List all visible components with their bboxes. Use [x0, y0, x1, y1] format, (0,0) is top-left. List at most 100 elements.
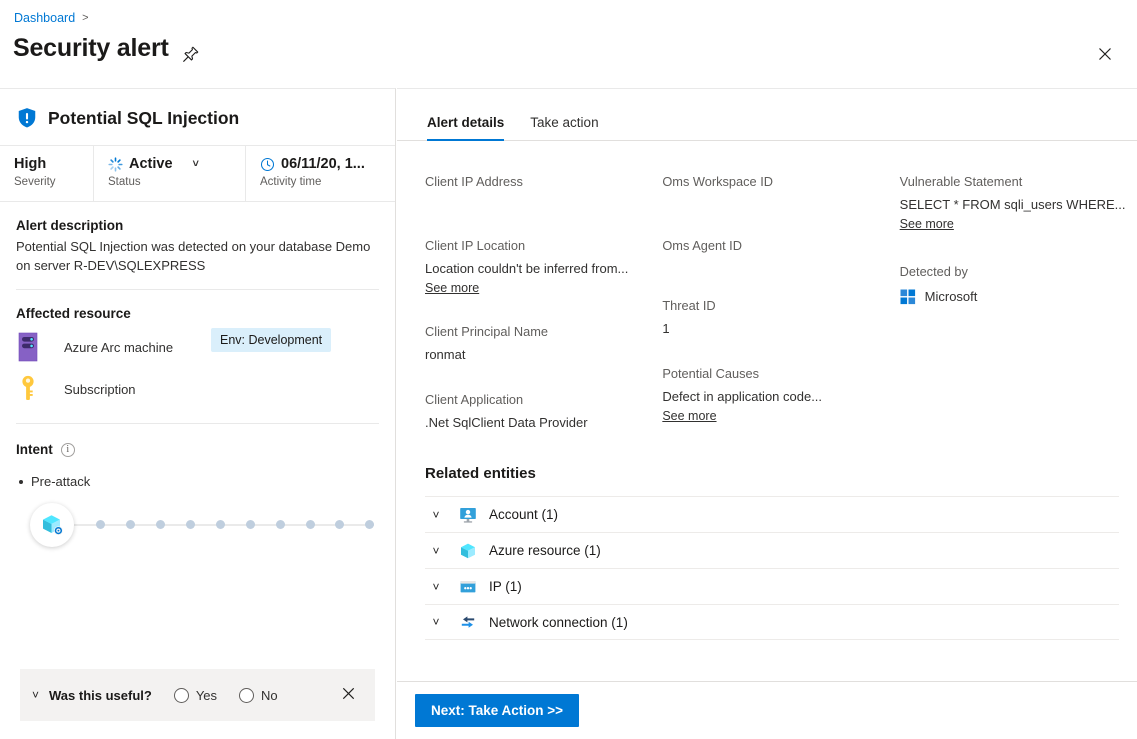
tab-take-action[interactable]: Take action: [530, 115, 598, 141]
alert-description-title: Alert description: [16, 218, 124, 233]
azure-resource-cube-icon: [43, 515, 63, 535]
timeline-dot[interactable]: [126, 520, 135, 529]
alert-description-text: Potential SQL Injection was detected on …: [16, 239, 371, 273]
status-chevron-down-icon[interactable]: ˅: [193, 155, 199, 173]
related-entities-title: Related entities: [425, 465, 536, 482]
detail-value: ronmat: [425, 347, 466, 362]
ip-window-icon: [460, 580, 476, 592]
feedback-option-yes[interactable]: Yes: [173, 687, 217, 703]
feedback-question: Was this useful?: [49, 687, 152, 703]
activity-time-value: 06/11/20, 1...: [281, 156, 365, 172]
related-entity-row-azure-resource[interactable]: ˅ Azure resource (1): [425, 532, 1119, 568]
detail-field: Oms Agent ID: [662, 237, 899, 255]
status-value: Active: [129, 156, 173, 172]
breadcrumb-separator: >: [82, 12, 89, 24]
detail-value: Microsoft: [924, 289, 978, 304]
close-icon: [342, 687, 355, 699]
account-monitor-icon: [460, 507, 476, 523]
timeline-dot[interactable]: [306, 520, 315, 529]
timeline-dot[interactable]: [276, 520, 285, 529]
close-icon: [1099, 48, 1111, 60]
timeline-dot[interactable]: [246, 520, 255, 529]
detail-field: Potential Causes Defect in application c…: [662, 365, 899, 425]
feedback-option-no[interactable]: No: [239, 687, 278, 703]
timeline-dot[interactable]: [216, 520, 225, 529]
intent-stage: Pre-attack: [19, 474, 379, 489]
security-alert-page: Dashboard > Security alert Potential SQL…: [0, 0, 1137, 739]
tab-alert-details[interactable]: Alert details: [427, 115, 505, 141]
key-icon: [16, 373, 50, 405]
alert-detail-grid: Client IP Address Client IP Location Loc…: [397, 141, 1137, 459]
info-icon[interactable]: i: [60, 442, 75, 457]
related-entity-label: Account (1): [489, 507, 559, 522]
related-entities-list: ˅ Account (1) ˅ Azure resource (1) ˅ IP …: [397, 496, 1137, 640]
radio-icon: [239, 687, 255, 703]
timeline-start-node[interactable]: [30, 503, 74, 547]
detail-key: Detected by: [899, 264, 968, 279]
intent-timeline: [16, 499, 379, 551]
feedback-close-button[interactable]: [334, 687, 363, 704]
detail-key: Client Principal Name: [425, 324, 549, 339]
related-entity-label: Azure resource (1): [489, 543, 601, 558]
chevron-down-icon: ˅: [432, 543, 440, 558]
timeline-dot[interactable]: [186, 520, 195, 529]
detail-value: .Net SqlClient Data Provider: [425, 415, 588, 430]
detail-key: Client IP Location: [425, 238, 526, 253]
spinner-icon: [108, 156, 123, 172]
clock-icon: [260, 157, 275, 171]
feedback-chevron-down-icon[interactable]: ˅: [32, 688, 39, 702]
detail-field: Oms Workspace ID: [662, 173, 899, 191]
severity-value: High: [14, 156, 47, 172]
detail-field: Client Application .Net SqlClient Data P…: [425, 391, 662, 433]
network-arrows-icon: [461, 616, 475, 628]
detail-key: Client Application: [425, 392, 524, 407]
detail-key: Client IP Address: [425, 174, 523, 189]
detail-field: Detected by Microsoft: [900, 263, 1137, 307]
affected-resource-label-subscription: Subscription: [64, 381, 136, 397]
activity-time-cell: 06/11/20, 1... Activity time: [245, 146, 395, 201]
detail-column-1: Client IP Address Client IP Location Loc…: [425, 173, 662, 459]
affected-resource-row-subscription[interactable]: Subscription: [16, 373, 379, 405]
timeline-dot[interactable]: [156, 520, 165, 529]
detail-field: Threat ID 1: [662, 297, 899, 339]
related-entity-row-network-connection[interactable]: ˅ Network connection (1): [425, 604, 1119, 640]
close-button[interactable]: [1091, 40, 1119, 68]
detail-field: Client Principal Name ronmat: [425, 323, 662, 365]
detail-value: Defect in application code...: [662, 389, 823, 404]
left-sections: Alert description Potential SQL Injectio…: [0, 218, 395, 551]
see-more-link[interactable]: See more: [900, 217, 954, 231]
detail-value: SELECT * FROM sqli_users WHERE...: [899, 197, 1126, 212]
next-take-action-button[interactable]: Next: Take Action >>: [415, 694, 580, 727]
breadcrumb-dashboard[interactable]: Dashboard: [14, 11, 75, 25]
divider: [16, 423, 379, 424]
status-strip: High Severity Active ˅ Status 06/11/20, …: [0, 146, 395, 202]
timeline-dot[interactable]: [96, 520, 105, 529]
radio-icon: [173, 687, 189, 703]
related-entity-row-ip[interactable]: ˅ IP (1): [425, 568, 1119, 604]
tab-bar: Alert details Take action: [397, 89, 1137, 141]
related-entity-row-account[interactable]: ˅ Account (1): [425, 496, 1119, 532]
azure-resource-cube-icon: [461, 543, 475, 558]
page-title: Security alert: [13, 34, 169, 62]
detail-key: Threat ID: [662, 298, 716, 313]
see-more-link[interactable]: See more: [425, 281, 479, 295]
timeline-dot[interactable]: [365, 520, 374, 529]
status-cell[interactable]: Active ˅ Status: [93, 146, 245, 201]
pin-icon: [182, 46, 198, 62]
alert-name-row: Potential SQL Injection: [0, 89, 395, 146]
timeline-dot[interactable]: [335, 520, 344, 529]
chevron-down-icon: ˅: [432, 615, 440, 629]
see-more-link[interactable]: See more: [662, 409, 716, 423]
severity-label: Severity: [14, 176, 56, 188]
severity-cell: High Severity: [0, 146, 93, 201]
bottom-action-bar: Next: Take Action >>: [397, 681, 1137, 739]
related-entity-label: Network connection (1): [489, 614, 628, 630]
pin-button[interactable]: [178, 42, 202, 66]
affected-resource-row-machine[interactable]: Azure Arc machine Env: Development: [16, 328, 379, 363]
alert-name: Potential SQL Injection: [48, 107, 240, 128]
detail-column-2: Oms Workspace ID Oms Agent ID Threat ID …: [662, 173, 899, 459]
detail-key: Oms Agent ID: [662, 238, 742, 253]
detail-field: Client IP Address: [425, 173, 662, 191]
microsoft-logo-icon: [900, 289, 915, 305]
detail-key: Vulnerable Statement: [899, 174, 1023, 189]
